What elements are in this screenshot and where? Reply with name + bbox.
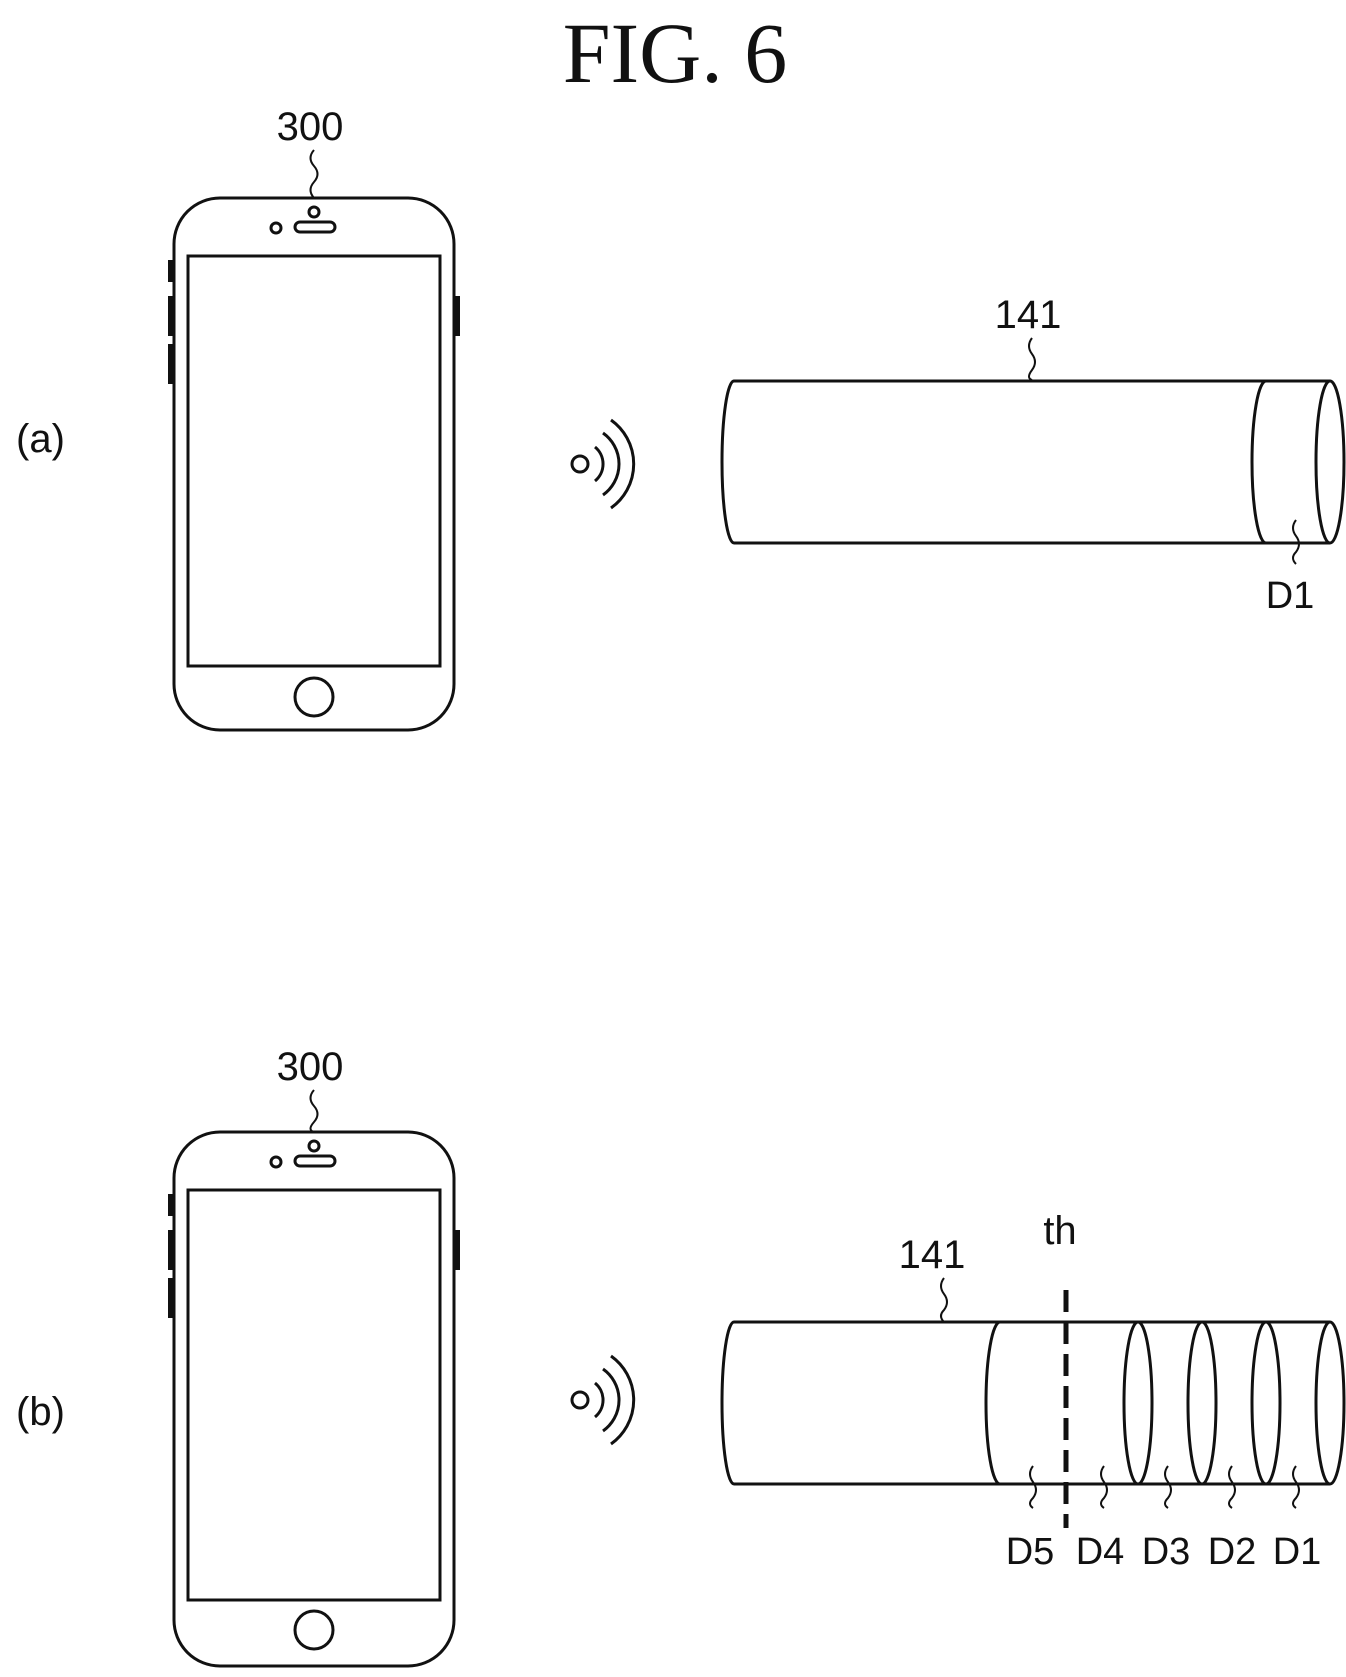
power-button xyxy=(454,296,460,336)
leader-line xyxy=(311,150,318,198)
side-button xyxy=(168,1194,174,1216)
segment-boundary xyxy=(986,1322,1000,1484)
volume-down-button xyxy=(168,1278,174,1318)
leader-line xyxy=(1165,1466,1171,1508)
leader-line xyxy=(1101,1466,1107,1508)
panel-b-label: (b) xyxy=(16,1390,65,1434)
segment-label-d2: D2 xyxy=(1208,1531,1257,1573)
side-button xyxy=(168,260,174,282)
panel-b: (b) 300 141 xyxy=(16,1045,1344,1666)
tube-left-end xyxy=(722,1322,734,1484)
leader-line xyxy=(1229,1466,1235,1508)
home-button xyxy=(295,678,333,716)
tube-141-b: 141 th D5 D4 D3 D2 D1 xyxy=(722,1209,1344,1573)
tube-right-end xyxy=(1316,381,1344,543)
segment-label-d1: D1 xyxy=(1273,1531,1322,1573)
volume-down-button xyxy=(168,344,174,384)
tube-right-end xyxy=(1316,1322,1344,1484)
panel-a-label: (a) xyxy=(16,417,65,461)
phone-reference-label: 300 xyxy=(277,105,344,149)
threshold-label: th xyxy=(1043,1209,1076,1253)
phone-screen xyxy=(188,1190,440,1600)
volume-up-button xyxy=(168,1230,174,1270)
volume-up-button xyxy=(168,296,174,336)
smartphone-300-b: 300 xyxy=(168,1045,460,1666)
segment-label-d5: D5 xyxy=(1006,1531,1055,1573)
power-button xyxy=(454,1230,460,1270)
leader-line xyxy=(941,1278,947,1322)
tube-reference-label: 141 xyxy=(995,293,1062,337)
proximity-sensor-icon xyxy=(309,1141,319,1151)
segment-boundary xyxy=(1252,1322,1280,1484)
smartphone-300-a: 300 xyxy=(168,105,460,730)
segment-boundary xyxy=(1188,1322,1216,1484)
tube-reference-label: 141 xyxy=(899,1233,966,1277)
patent-figure: FIG. 6 (a) 300 141 xyxy=(0,0,1346,1677)
leader-line xyxy=(1029,338,1035,380)
phone-screen xyxy=(188,256,440,666)
phone-reference-label: 300 xyxy=(277,1045,344,1089)
phone-body xyxy=(174,198,454,730)
figure-title: FIG. 6 xyxy=(563,5,788,101)
leader-line xyxy=(1293,1466,1299,1508)
front-camera-icon xyxy=(271,1157,281,1167)
segment-boundary xyxy=(1124,1322,1152,1484)
earpiece-speaker xyxy=(295,222,335,232)
panel-a: (a) 300 141 xyxy=(16,105,1344,730)
tube-141-a: 141 D1 xyxy=(722,293,1344,617)
segment-boundary xyxy=(1252,381,1266,543)
segment-label-d4: D4 xyxy=(1076,1531,1125,1573)
proximity-sensor-icon xyxy=(309,207,319,217)
segment-label-d3: D3 xyxy=(1142,1531,1191,1573)
tube-left-end xyxy=(722,381,734,543)
front-camera-icon xyxy=(271,223,281,233)
phone-body xyxy=(174,1132,454,1666)
home-button xyxy=(295,1611,333,1649)
segment-label-d1: D1 xyxy=(1266,575,1315,617)
wireless-signal-icon xyxy=(572,420,634,508)
leader-line xyxy=(1030,1466,1036,1508)
earpiece-speaker xyxy=(295,1156,335,1166)
leader-line xyxy=(311,1090,318,1132)
wireless-signal-icon xyxy=(572,1356,634,1444)
